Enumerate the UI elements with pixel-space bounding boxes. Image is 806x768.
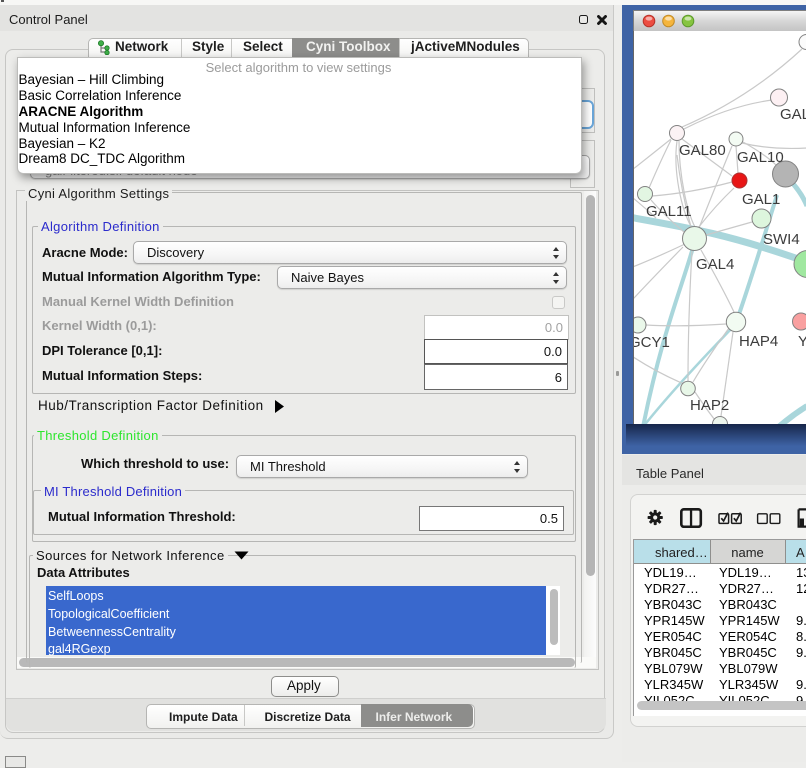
- svg-text:GAL11: GAL11: [646, 203, 692, 220]
- svg-text:GAL4: GAL4: [696, 256, 734, 273]
- svg-text:GAL80: GAL80: [679, 142, 726, 159]
- svg-text:GAL1: GAL1: [742, 191, 780, 208]
- svg-text:GAL7: GAL7: [780, 106, 806, 123]
- svg-text:HAP2: HAP2: [690, 397, 729, 414]
- svg-text:GCY1: GCY1: [633, 334, 670, 351]
- svg-text:YD: YD: [798, 333, 806, 350]
- svg-text:HAP4: HAP4: [739, 333, 778, 350]
- svg-text:SWI4: SWI4: [763, 231, 800, 248]
- svg-text:GAL10: GAL10: [737, 149, 784, 166]
